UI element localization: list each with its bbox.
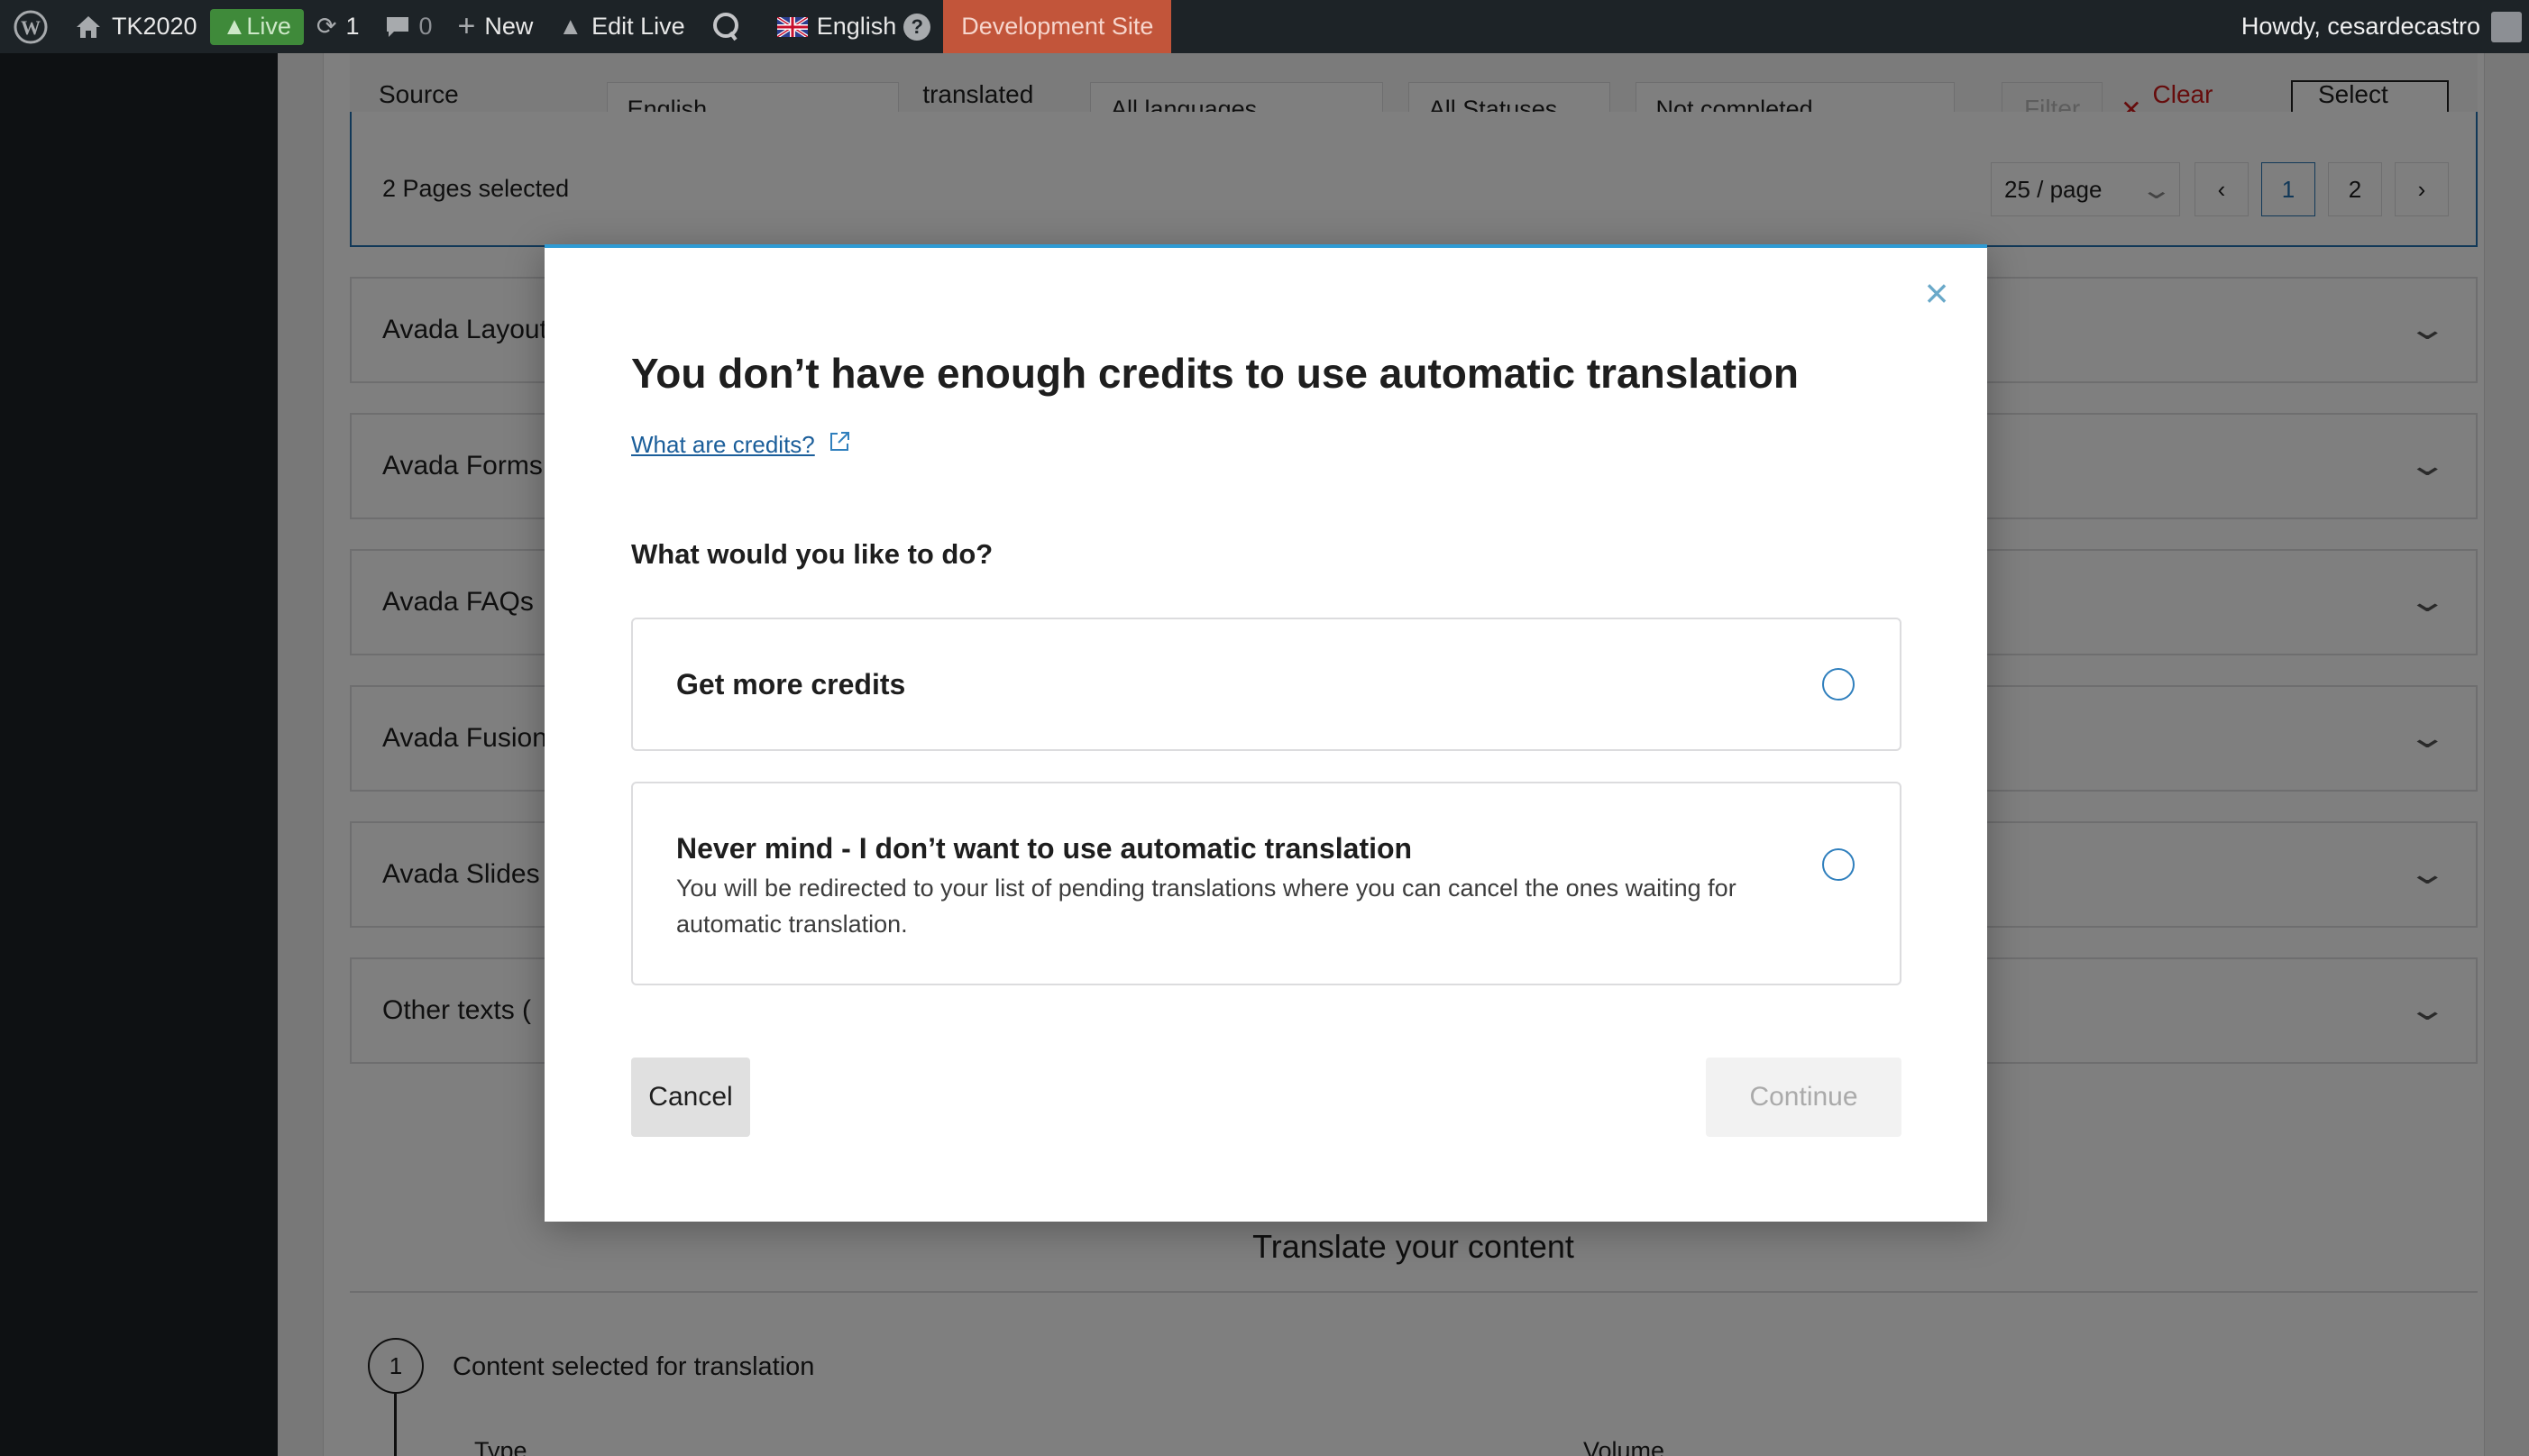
avada-icon: ▲ [558, 13, 583, 40]
external-link-icon [828, 430, 851, 460]
option-description: You will be redirected to your list of p… [676, 875, 1736, 938]
home-icon [74, 14, 103, 41]
uk-flag-icon [776, 16, 808, 37]
edit-live-link[interactable]: ▲ Edit Live [545, 0, 697, 53]
wordpress-icon: W [14, 10, 48, 43]
dialog-question: What would you like to do? [631, 538, 994, 570]
site-name: TK2020 [112, 13, 197, 40]
new-content-link[interactable]: + New [445, 0, 546, 53]
greeting: Howdy, cesardecastro [2240, 13, 2480, 40]
refresh-icon: ⟳ [316, 13, 337, 40]
development-site-badge[interactable]: Development Site [943, 0, 1172, 53]
account-menu[interactable]: Howdy, cesardecastro [2240, 11, 2529, 42]
avatar [2491, 11, 2522, 42]
help-icon[interactable]: ? [903, 13, 931, 41]
dialog-title: You don’t have enough credits to use aut… [631, 350, 1799, 397]
radio-button[interactable] [1822, 668, 1855, 701]
admin-bar: W TK2020 ▲ Live ⟳ 1 0 + New ▲ Edit Live … [0, 0, 2529, 53]
comments-link[interactable]: 0 [372, 0, 445, 53]
live-badge[interactable]: ▲ Live [209, 8, 304, 45]
comment-icon [385, 15, 410, 39]
option-title: Never mind - I don’t want to use automat… [676, 832, 1413, 865]
option-title: Get more credits [676, 668, 906, 701]
option-never-mind[interactable]: Never mind - I don’t want to use automat… [631, 782, 1901, 985]
continue-button[interactable]: Continue [1706, 1058, 1901, 1137]
close-button[interactable]: × [1919, 270, 1955, 316]
q-icon [710, 11, 743, 43]
plus-icon: + [457, 9, 476, 43]
site-name-link[interactable]: TK2020 [61, 0, 210, 53]
cache-link[interactable] [698, 0, 765, 53]
mountain-icon: ▲ [222, 13, 247, 40]
insufficient-credits-dialog: × You don’t have enough credits to use a… [545, 244, 1987, 1222]
radio-button[interactable] [1822, 848, 1855, 881]
close-icon: × [1924, 270, 1949, 316]
svg-text:W: W [21, 16, 41, 39]
option-get-more-credits[interactable]: Get more credits [631, 618, 1901, 751]
what-are-credits-link[interactable]: What are credits? [631, 430, 851, 460]
language-switcher[interactable]: English ? [765, 0, 944, 53]
cancel-button[interactable]: Cancel [631, 1058, 750, 1137]
wordpress-logo[interactable]: W [0, 0, 61, 53]
updates-link[interactable]: ⟳ 1 [304, 0, 372, 53]
